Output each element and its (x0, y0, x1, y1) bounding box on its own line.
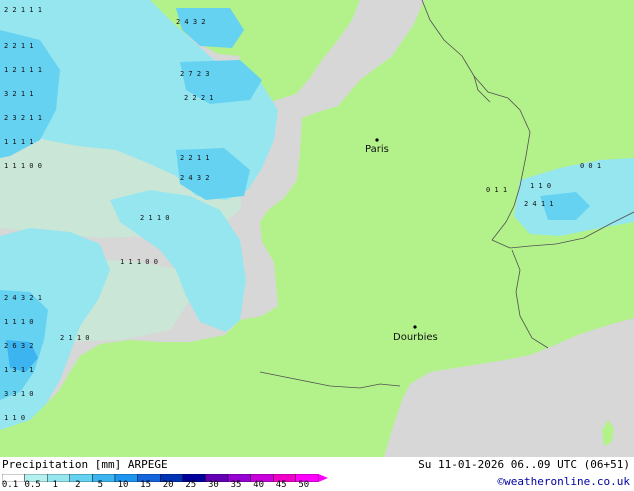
cell-value: 1 1 0 (530, 182, 551, 190)
legend-footer: Precipitation [mm] ARPEGE Su 11-01-2026 … (0, 457, 634, 490)
cell-value: 3 3 1 0 (4, 390, 34, 398)
cell-value: 1 1 1 0 0 (120, 258, 158, 266)
scale-tick-label: 30 (207, 480, 219, 490)
precipitation-map: 2 2 1 1 1 2 2 1 1 1 2 1 1 1 3 2 1 1 2 3 … (0, 0, 634, 457)
dourbies-label: Dourbies (393, 332, 438, 343)
scale-tick-label: 35 (230, 480, 242, 490)
scale-tick-label: 50 (298, 480, 310, 490)
scale-tick-label: 40 (253, 480, 265, 490)
cell-value: 2 6 3 2 (4, 342, 34, 350)
cell-value: 2 4 3 2 (180, 174, 210, 182)
scale-tick-label: 5 (97, 480, 104, 490)
cell-value: 2 2 2 1 (184, 94, 214, 102)
valid-time: Su 11-01-2026 06..09 UTC (06+51) (418, 458, 630, 471)
dourbies-dot (413, 325, 417, 329)
cell-value: 1 2 1 1 1 (4, 66, 42, 74)
cell-value: 0 0 1 (580, 162, 601, 170)
cell-value: 1 1 1 0 (4, 318, 34, 326)
cell-value: 1 1 1 0 0 (4, 162, 42, 170)
cell-value: 1 1 1 1 (4, 138, 34, 146)
cell-value: 1 1 0 (4, 414, 25, 422)
cell-value: 2 4 1 1 (524, 200, 554, 208)
cell-value: 2 4 3 2 1 (4, 294, 42, 302)
scale-tick-label: 2 (75, 480, 81, 490)
cell-value: 3 2 1 1 (4, 90, 34, 98)
cell-value: 2 4 3 2 (176, 18, 206, 26)
scale-tick-label: 1 (52, 480, 58, 490)
cell-value: 2 3 2 1 1 (4, 114, 42, 122)
scale-tick-label: 15 (140, 480, 152, 490)
cell-value: 2 1 1 0 (140, 214, 170, 222)
scale-tick-label: 25 (185, 480, 197, 490)
cell-value: 2 7 2 3 (180, 70, 210, 78)
cell-value: 2 2 1 1 1 (4, 6, 42, 14)
cell-value: 0 1 1 (486, 186, 507, 194)
paris-dot (375, 138, 379, 142)
scale-tick-label: 20 (162, 480, 174, 490)
cell-value: 2 2 1 1 (180, 154, 210, 162)
color-scale-ticks: 0.1 0.5 1 2 5 10 15 20 25 30 35 40 45 50 (0, 480, 330, 491)
scale-tick-label: 45 (275, 480, 287, 490)
model-name: ARPEGE (127, 458, 168, 471)
credit-text: ©weatheronline.co.uk (497, 475, 630, 488)
scale-tick-label: 10 (117, 480, 129, 490)
product-title: Precipitation [mm] ARPEGE (2, 458, 168, 471)
forecast-map-view: 2 2 1 1 1 2 2 1 1 1 2 1 1 1 3 2 1 1 2 3 … (0, 0, 634, 490)
cell-value: 2 1 1 0 (60, 334, 90, 342)
cell-value: 1 3 1 1 (4, 366, 34, 374)
parameter-title: Precipitation [mm] (2, 458, 122, 471)
scale-tick-label: 0.1 (1, 480, 19, 490)
scale-tick-label: 0.5 (24, 480, 41, 490)
paris-label: Paris (365, 144, 389, 155)
cell-value: 2 2 1 1 (4, 42, 34, 50)
